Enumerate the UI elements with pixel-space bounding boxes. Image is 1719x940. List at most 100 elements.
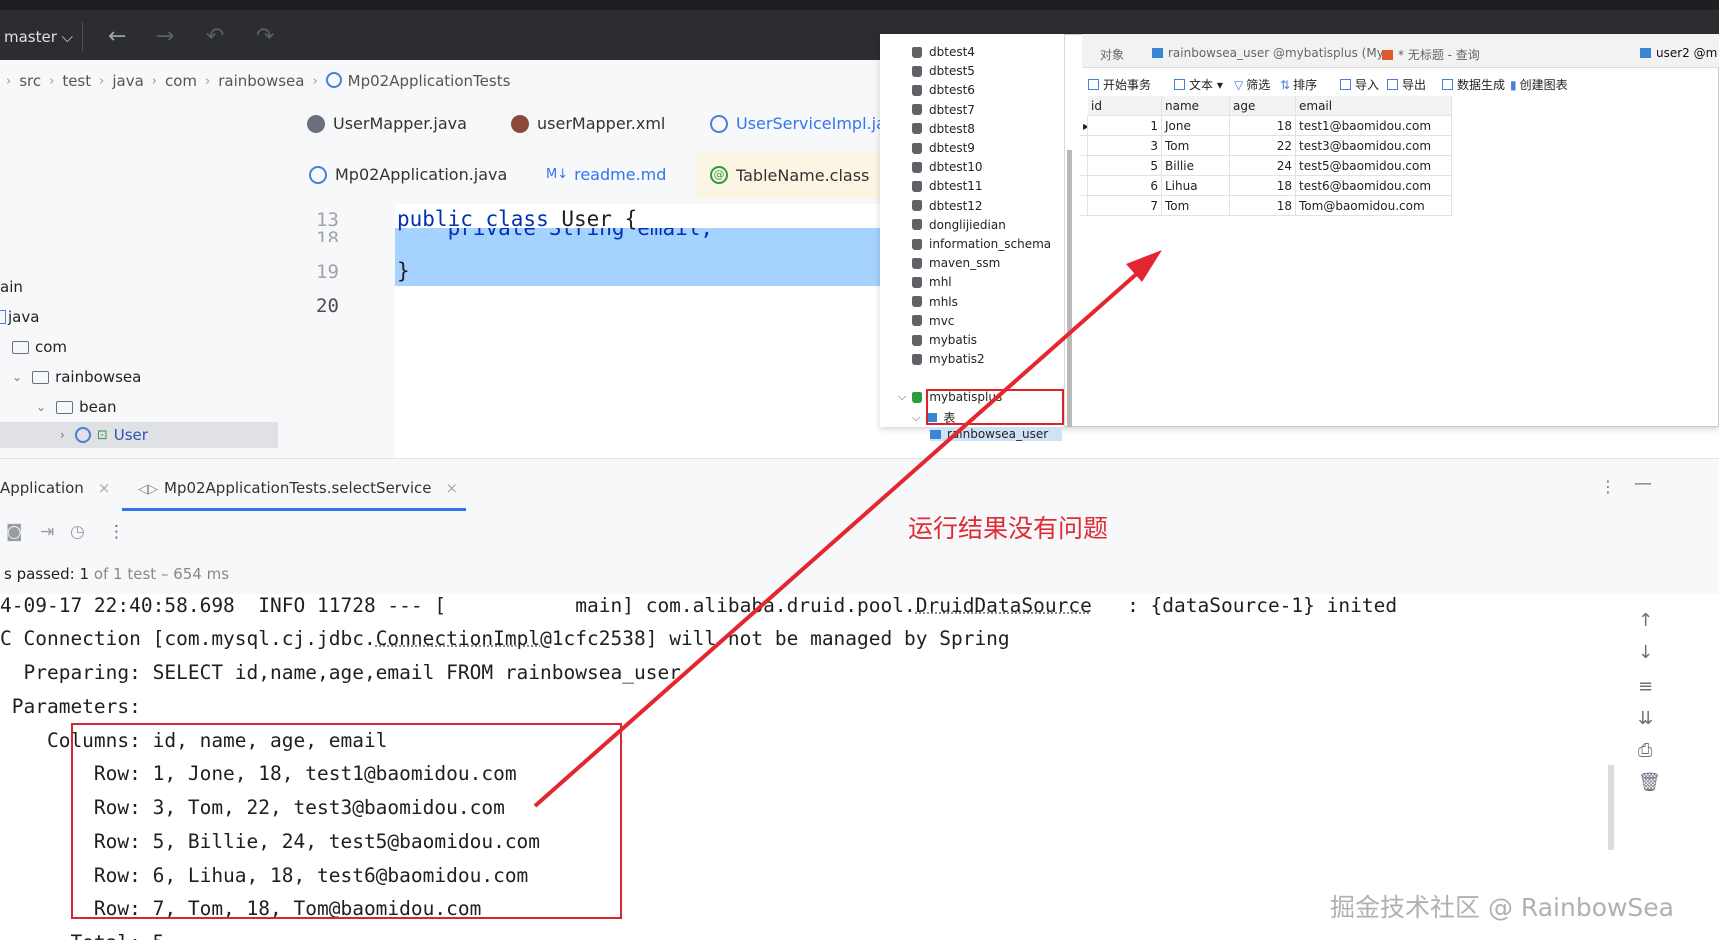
- tree-item-database[interactable]: dbtest6: [912, 83, 975, 97]
- table-cell[interactable]: Billie: [1162, 156, 1230, 176]
- import-button[interactable]: 导入: [1340, 76, 1379, 93]
- tab-objects[interactable]: 对象: [1100, 46, 1124, 63]
- scrollbar[interactable]: [1608, 765, 1614, 850]
- soft-wrap-icon[interactable]: ≡: [1638, 676, 1653, 697]
- table-cell[interactable]: 7: [1088, 196, 1162, 216]
- chevron-down-icon[interactable]: ⌄: [36, 400, 46, 414]
- row-marker[interactable]: [1080, 156, 1088, 176]
- tab-user2[interactable]: user2 @m: [1640, 46, 1717, 60]
- chevron-down-icon[interactable]: ⌵: [898, 390, 906, 404]
- row-marker[interactable]: [1080, 176, 1088, 196]
- redo-icon[interactable]: ↷: [256, 24, 274, 49]
- tree-item-database[interactable]: information_schema: [912, 237, 1051, 251]
- tree-item-rainbowsea[interactable]: ⌄ rainbowsea: [12, 368, 141, 386]
- column-header[interactable]: name: [1162, 96, 1230, 116]
- table-cell[interactable]: 18: [1230, 116, 1296, 136]
- tree-item-database[interactable]: donglijiedian: [912, 218, 1006, 232]
- table-cell[interactable]: 6: [1088, 176, 1162, 196]
- table-cell[interactable]: Tom: [1162, 136, 1230, 156]
- tree-item-database[interactable]: dbtest9: [912, 141, 975, 155]
- table-cell[interactable]: 22: [1230, 136, 1296, 156]
- breadcrumb-src[interactable]: src: [19, 72, 41, 90]
- tree-item-database[interactable]: maven_ssm: [912, 256, 1000, 270]
- print-icon[interactable]: ⎙: [1638, 740, 1652, 761]
- tree-item-database[interactable]: dbtest12: [912, 199, 983, 213]
- back-arrow-icon[interactable]: ←: [108, 24, 126, 49]
- chevron-down-icon[interactable]: ⌄: [12, 370, 22, 384]
- tree-item-database[interactable]: dbtest4: [912, 45, 975, 59]
- table-cell[interactable]: test1@baomidou.com: [1296, 116, 1452, 136]
- table-cell[interactable]: test3@baomidou.com: [1296, 136, 1452, 156]
- tree-item-rainbowsea-user[interactable]: rainbowsea_user: [930, 427, 1062, 441]
- camera-icon[interactable]: ◙: [6, 522, 23, 542]
- tab-userserviceimpl[interactable]: UserServiceImpl.java: [710, 114, 905, 133]
- table-cell[interactable]: test6@baomidou.com: [1296, 176, 1452, 196]
- table-cell[interactable]: 18: [1230, 196, 1296, 216]
- tab-mp02application[interactable]: Mp02Application.java: [309, 165, 507, 184]
- breadcrumb-com[interactable]: com: [165, 72, 197, 90]
- table-cell[interactable]: test5@baomidou.com: [1296, 156, 1452, 176]
- close-icon[interactable]: ×: [446, 479, 459, 497]
- tab-readme[interactable]: M↓ readme.md: [546, 165, 666, 184]
- table-cell[interactable]: Jone: [1162, 116, 1230, 136]
- column-header[interactable]: email: [1296, 96, 1452, 116]
- chevron-down-icon[interactable]: ⌵: [912, 411, 920, 425]
- tree-item-database[interactable]: dbtest10: [912, 160, 983, 174]
- tab-application[interactable]: Application ×: [0, 479, 110, 497]
- tab-usermapper-java[interactable]: UserMapper.java: [307, 114, 467, 133]
- breadcrumb-rainbowsea[interactable]: rainbowsea: [218, 72, 304, 90]
- tree-item-database[interactable]: dbtest7: [912, 103, 975, 117]
- forward-arrow-icon[interactable]: →: [156, 24, 174, 49]
- tree-item-main[interactable]: ain: [0, 278, 23, 296]
- column-header[interactable]: id: [1088, 96, 1162, 116]
- breadcrumb-java[interactable]: java: [112, 72, 143, 90]
- export-button[interactable]: 导出: [1387, 76, 1426, 93]
- import-icon[interactable]: ⇥: [40, 522, 54, 542]
- table-cell[interactable]: Lihua: [1162, 176, 1230, 196]
- tree-item-database[interactable]: dbtest5: [912, 64, 975, 78]
- data-generation-button[interactable]: 数据生成: [1442, 76, 1505, 93]
- tab-tablename-class[interactable]: @ TableName.class: [696, 152, 880, 198]
- table-cell[interactable]: 1: [1088, 116, 1162, 136]
- branch-selector[interactable]: master ⌵: [4, 28, 73, 46]
- tab-usermapper-xml[interactable]: userMapper.xml: [511, 114, 665, 133]
- tree-item-user[interactable]: › ⊡ User: [60, 426, 148, 444]
- table-cell[interactable]: 24: [1230, 156, 1296, 176]
- text-button[interactable]: 文本 ▾: [1174, 76, 1223, 93]
- row-marker[interactable]: [1080, 196, 1088, 216]
- breadcrumb-class[interactable]: Mp02ApplicationTests: [348, 72, 511, 90]
- table-cell[interactable]: Tom@baomidou.com: [1296, 196, 1452, 216]
- scrollbar[interactable]: [1067, 150, 1072, 427]
- filter-button[interactable]: ▽ 筛选: [1234, 76, 1270, 93]
- column-header[interactable]: age: [1230, 96, 1296, 116]
- minimize-icon[interactable]: —: [1634, 473, 1652, 494]
- tab-selectservice[interactable]: ◁▷ Mp02ApplicationTests.selectService ×: [138, 479, 458, 497]
- table-cell[interactable]: 18: [1230, 176, 1296, 196]
- sort-button[interactable]: ⇅ 排序: [1280, 76, 1317, 93]
- row-marker[interactable]: [1080, 136, 1088, 156]
- breadcrumb-test[interactable]: test: [62, 72, 91, 90]
- tree-item-database[interactable]: dbtest8: [912, 122, 975, 136]
- begin-transaction-button[interactable]: 开始事务: [1088, 76, 1151, 93]
- more-options-icon[interactable]: ⋮: [108, 522, 125, 542]
- arrow-down-icon[interactable]: ↓: [1638, 642, 1653, 663]
- tab-untitled-query[interactable]: * 无标题 - 查询: [1382, 46, 1480, 63]
- tree-item-database[interactable]: mhl: [912, 275, 952, 289]
- scroll-to-end-icon[interactable]: ⇊: [1638, 708, 1653, 729]
- tree-item-database[interactable]: dbtest11: [912, 179, 983, 193]
- more-options-icon[interactable]: ⋮: [1600, 477, 1616, 496]
- tree-item-database[interactable]: mybatis: [912, 333, 977, 347]
- create-chart-button[interactable]: ▮ 创建图表: [1510, 76, 1568, 93]
- tree-item-database[interactable]: mhls: [912, 295, 958, 309]
- tree-item-database[interactable]: mybatis2: [912, 352, 985, 366]
- row-marker[interactable]: ▸: [1080, 116, 1088, 136]
- undo-icon[interactable]: ↶: [206, 24, 224, 49]
- table-cell[interactable]: 5: [1088, 156, 1162, 176]
- table-cell[interactable]: Tom: [1162, 196, 1230, 216]
- history-icon[interactable]: ◷: [70, 522, 85, 542]
- chevron-right-icon[interactable]: ›: [60, 428, 65, 442]
- tree-item-com[interactable]: com: [12, 338, 67, 356]
- trash-icon[interactable]: 🗑: [1638, 772, 1661, 793]
- close-icon[interactable]: ×: [98, 479, 111, 497]
- arrow-up-icon[interactable]: ↑: [1638, 610, 1653, 631]
